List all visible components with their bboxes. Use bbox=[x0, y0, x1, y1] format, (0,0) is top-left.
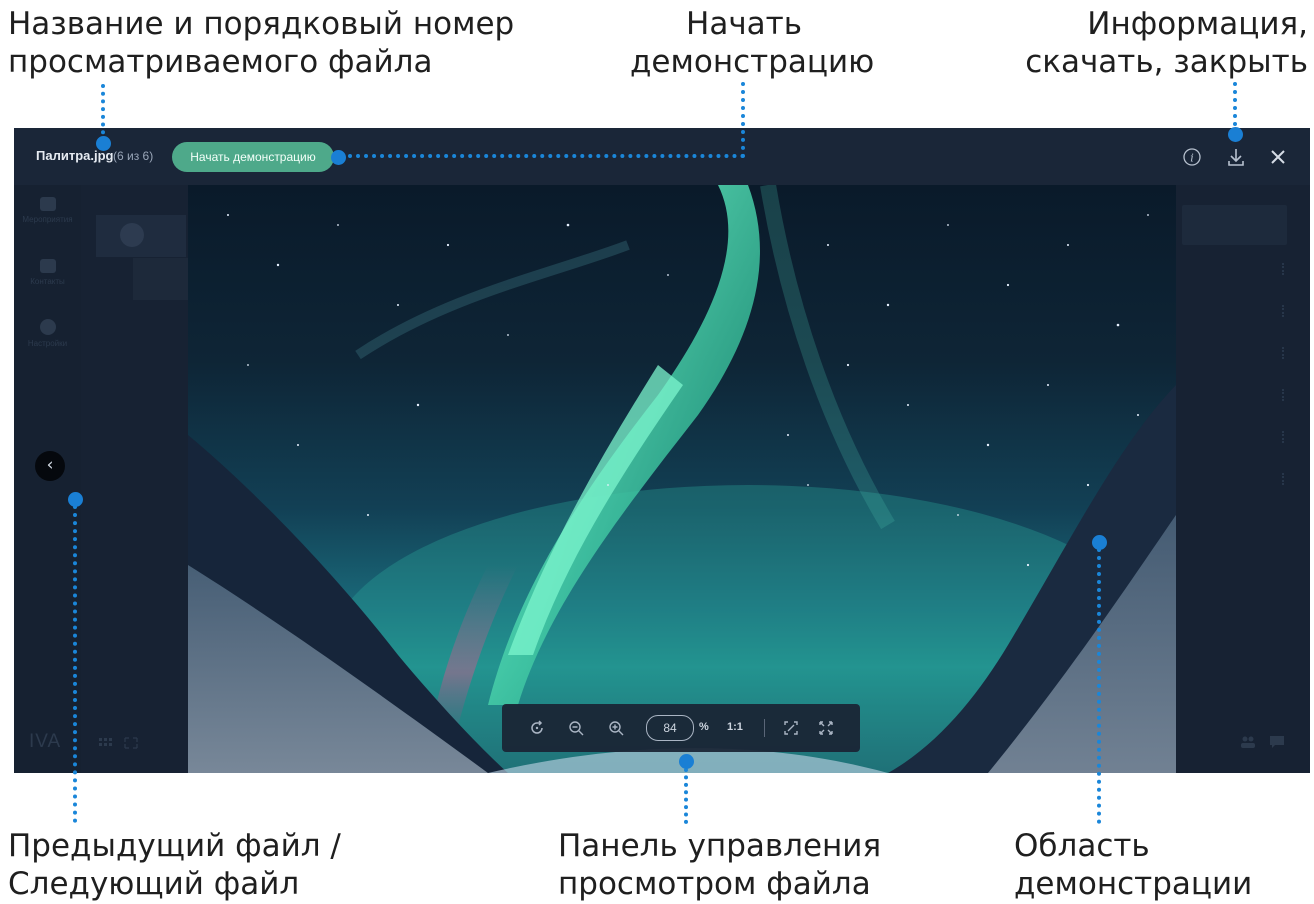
sidebar-item-contacts: Контакты bbox=[14, 259, 81, 286]
caption-line: Информация, bbox=[1087, 6, 1308, 42]
info-icon[interactable]: i bbox=[1181, 146, 1203, 168]
calendar-icon bbox=[39, 197, 56, 211]
caption-start-demo: Начать демонстрацию bbox=[630, 6, 875, 82]
svg-text:i: i bbox=[1190, 152, 1194, 165]
fullscreen-icon[interactable] bbox=[817, 719, 835, 737]
view-control-panel: % 1:1 bbox=[502, 704, 860, 752]
caption-line: скачать, закрыть bbox=[1025, 43, 1308, 80]
callout-line bbox=[684, 768, 688, 824]
kebab-icon bbox=[1282, 473, 1286, 485]
caption-line: Панель управления bbox=[558, 828, 882, 864]
caption-info-download-close: Информация, скачать, закрыть bbox=[1025, 6, 1308, 82]
close-icon[interactable] bbox=[1267, 146, 1289, 168]
brand-logo: IVA bbox=[29, 731, 62, 752]
people-chat-icons bbox=[1241, 735, 1285, 753]
sidebar-item-events: Мероприятия bbox=[14, 197, 81, 224]
input-field bbox=[1182, 205, 1287, 245]
zoom-out-icon[interactable] bbox=[567, 719, 585, 737]
caption-demo-area: Область демонстрации bbox=[1014, 828, 1252, 904]
grid-icon bbox=[99, 737, 139, 752]
callout-line bbox=[340, 154, 745, 158]
app-list-panel bbox=[81, 185, 188, 773]
file-viewer-screen: Мероприятия Контакты Настройки IVA Палит… bbox=[14, 128, 1310, 773]
callout-line bbox=[73, 505, 77, 823]
actual-size-button[interactable]: 1:1 bbox=[727, 721, 743, 733]
zoom-in-icon[interactable] bbox=[607, 719, 625, 737]
caption-line: демонстрации bbox=[1014, 865, 1253, 902]
fit-to-screen-icon[interactable] bbox=[782, 719, 800, 737]
caption-line: Начать bbox=[686, 6, 802, 42]
sidebar-item-label: Мероприятия bbox=[22, 215, 73, 224]
kebab-icon bbox=[1282, 305, 1286, 317]
divider bbox=[764, 719, 765, 737]
callout-dot bbox=[1228, 127, 1243, 142]
download-icon[interactable] bbox=[1225, 146, 1247, 168]
prev-file-button[interactable]: ‹ bbox=[35, 451, 65, 481]
kebab-icon bbox=[1282, 431, 1286, 443]
caption-line: Область bbox=[1014, 828, 1150, 864]
callout-dot bbox=[679, 754, 694, 769]
avatar bbox=[120, 223, 144, 247]
callout-dot bbox=[68, 492, 83, 507]
caption-line: просматриваемого файла bbox=[8, 43, 433, 80]
caption-line: Предыдущий файл / bbox=[8, 828, 341, 864]
caption-line: Следующий файл bbox=[8, 865, 300, 902]
rotate-icon[interactable] bbox=[528, 719, 546, 737]
callout-dot bbox=[1092, 535, 1107, 550]
kebab-icon bbox=[1282, 263, 1286, 275]
caption-prev-next: Предыдущий файл / Следующий файл bbox=[8, 828, 341, 904]
kebab-icon bbox=[1282, 389, 1286, 401]
caption-line: Название и порядковый номер bbox=[8, 6, 515, 42]
caption-line: просмотром файла bbox=[558, 865, 871, 902]
caption-line: демонстрацию bbox=[630, 43, 875, 80]
sidebar-item-label: Настройки bbox=[27, 339, 68, 348]
zoom-unit: % bbox=[699, 721, 709, 733]
callout-dot bbox=[96, 136, 111, 151]
zoom-input[interactable] bbox=[646, 715, 694, 741]
sidebar-item-settings: Настройки bbox=[14, 319, 81, 348]
callout-line bbox=[101, 84, 105, 142]
contacts-icon bbox=[39, 259, 56, 273]
sidebar-item-label: Контакты bbox=[30, 277, 65, 286]
file-counter: (6 из 6) bbox=[113, 149, 154, 163]
callout-line bbox=[741, 82, 745, 158]
caption-file-name: Название и порядковый номер просматривае… bbox=[8, 6, 514, 82]
chevron-left-icon: ‹ bbox=[46, 455, 54, 475]
start-demo-button[interactable]: Начать демонстрацию bbox=[172, 142, 334, 172]
list-item bbox=[96, 215, 186, 257]
app-right-panel bbox=[1176, 185, 1310, 773]
callout-dot bbox=[331, 150, 346, 165]
caption-control-panel: Панель управления просмотром файла bbox=[558, 828, 881, 904]
list-item bbox=[133, 258, 188, 300]
demo-area-image bbox=[188, 185, 1176, 773]
callout-line bbox=[1097, 548, 1101, 824]
kebab-icon bbox=[1282, 347, 1286, 359]
gear-icon bbox=[39, 319, 56, 335]
